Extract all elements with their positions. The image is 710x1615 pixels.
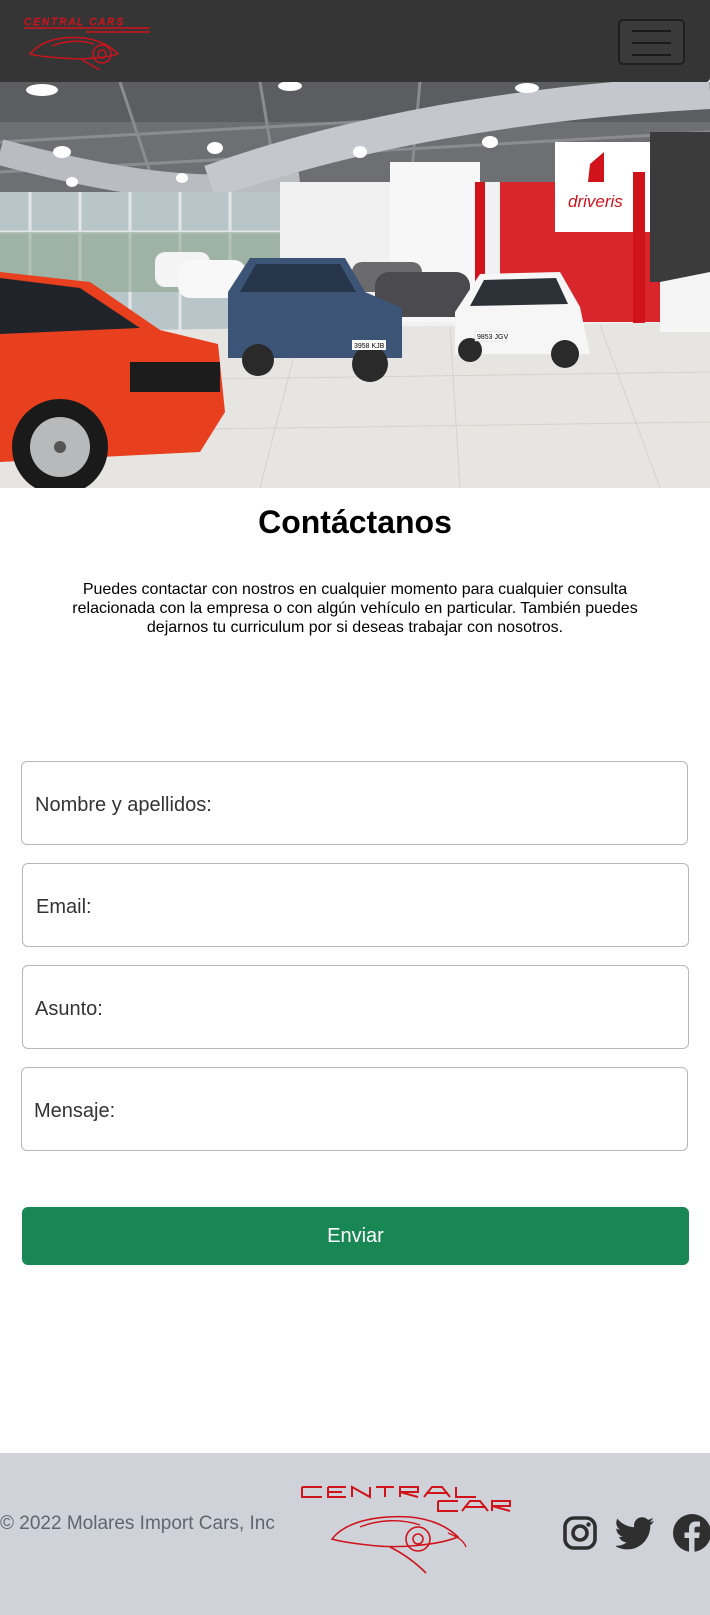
svg-text:9853 JGV: 9853 JGV (477, 334, 508, 341)
hamburger-menu-icon (632, 30, 671, 56)
twitter-icon[interactable] (616, 1515, 656, 1551)
submit-button[interactable]: Enviar (22, 1207, 689, 1265)
email-field[interactable]: Email: (22, 863, 689, 947)
svg-text:3958 KJB: 3958 KJB (354, 343, 385, 350)
central-cars-footer-logo[interactable] (298, 1481, 518, 1577)
menu-toggle-button[interactable] (618, 19, 685, 65)
footer: © 2022 Molares Import Cars, Inc (0, 1453, 710, 1615)
copyright-text: © 2022 Molares Import Cars, Inc (0, 1513, 275, 1534)
message-field[interactable]: Mensaje: (21, 1067, 688, 1151)
subject-field[interactable]: Asunto: (22, 965, 689, 1049)
svg-text:driveris: driveris (568, 192, 623, 211)
page-title: Contáctanos (258, 504, 452, 540)
showroom-hero-image: driveris 3958 KJB 9853 JGV (0, 82, 710, 488)
navbar: CENTRAL CARS (0, 0, 710, 82)
instagram-icon[interactable] (562, 1515, 598, 1551)
svg-text:CENTRAL CARS: CENTRAL CARS (24, 17, 125, 28)
subject-field-label: Asunto: (35, 998, 103, 1020)
name-field-label: Nombre y apellidos: (35, 794, 212, 816)
intro-text: Puedes contactar con nostros en cualquie… (72, 581, 638, 636)
name-field[interactable]: Nombre y apellidos: (21, 761, 688, 845)
central-cars-logo[interactable]: CENTRAL CARS (22, 14, 152, 70)
email-field-label: Email: (36, 896, 92, 918)
facebook-icon[interactable] (672, 1513, 710, 1553)
message-field-label: Mensaje: (34, 1100, 116, 1122)
